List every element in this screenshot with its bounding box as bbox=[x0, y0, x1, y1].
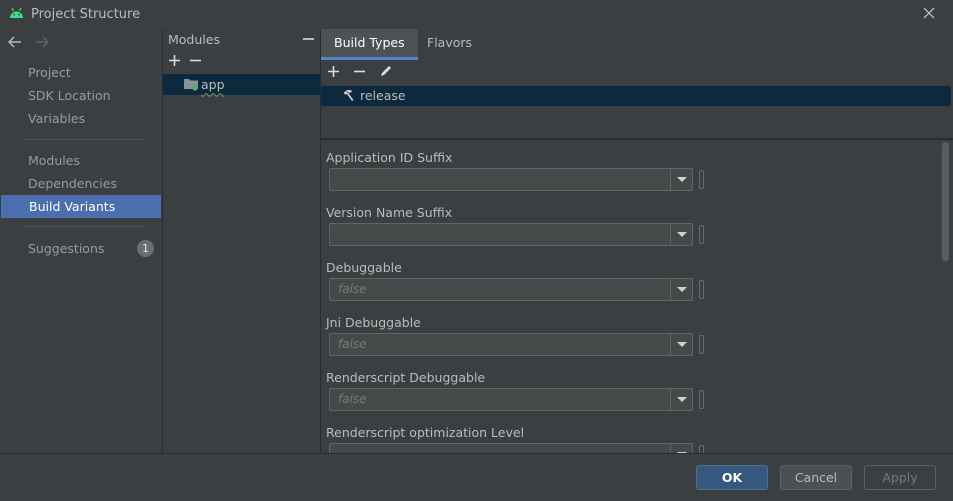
nav-item-modules[interactable]: Modules bbox=[0, 149, 162, 172]
apply-button[interactable]: Apply bbox=[864, 465, 936, 490]
field-label-version-name-suffix: Version Name Suffix bbox=[326, 205, 453, 220]
tab-flavors[interactable]: Flavors bbox=[414, 29, 485, 60]
renderscript-debuggable-side-button[interactable] bbox=[699, 390, 704, 409]
tab-bar: Build Types Flavors bbox=[321, 29, 953, 60]
nav-item-sdk-location[interactable]: SDK Location bbox=[0, 84, 162, 107]
android-icon bbox=[9, 7, 24, 22]
remove-module-icon[interactable] bbox=[190, 55, 201, 69]
field-label-renderscript-debuggable: Renderscript Debuggable bbox=[326, 370, 486, 385]
hammer-icon bbox=[342, 89, 355, 105]
chevron-down-icon[interactable] bbox=[670, 224, 692, 245]
chevron-down-icon[interactable] bbox=[670, 334, 692, 355]
window-title: Project Structure bbox=[31, 7, 141, 22]
build-type-row-release[interactable]: release bbox=[321, 86, 951, 106]
title-bar: Project Structure bbox=[0, 0, 953, 29]
chevron-down-icon[interactable] bbox=[670, 444, 692, 453]
debuggable-combo[interactable]: false bbox=[329, 278, 693, 301]
module-folder-icon bbox=[184, 78, 199, 94]
remove-build-type-icon[interactable] bbox=[354, 66, 365, 80]
suggestions-count-badge: 1 bbox=[137, 240, 154, 257]
build-type-form: Application ID Suffix Version Name Suffi… bbox=[321, 140, 953, 453]
combo-value: false bbox=[338, 282, 367, 296]
field-label-debuggable: Debuggable bbox=[326, 260, 402, 275]
back-arrow-icon[interactable] bbox=[7, 36, 22, 51]
nav-item-label: Suggestions bbox=[28, 241, 105, 256]
collapse-panel-icon[interactable] bbox=[303, 38, 314, 40]
debuggable-side-button[interactable] bbox=[699, 280, 704, 299]
renderscript-optimization-level-side-button[interactable] bbox=[699, 445, 704, 453]
field-label-jni-debuggable: Jni Debuggable bbox=[326, 315, 421, 330]
build-types-list: release bbox=[321, 86, 951, 138]
tab-build-types[interactable]: Build Types bbox=[321, 29, 418, 60]
build-variants-panel: Build Types Flavors release Application … bbox=[321, 29, 953, 453]
nav-divider bbox=[24, 226, 144, 227]
jni-debuggable-side-button[interactable] bbox=[699, 335, 704, 354]
nav-item-project[interactable]: Project bbox=[0, 61, 162, 84]
nav-item-build-variants[interactable]: Build Variants bbox=[1, 195, 161, 218]
module-row-app[interactable]: app bbox=[163, 74, 320, 95]
scrollbar-thumb[interactable] bbox=[942, 142, 949, 261]
forward-arrow-icon[interactable] bbox=[35, 36, 50, 51]
cancel-button[interactable]: Cancel bbox=[780, 465, 852, 490]
version-name-suffix-side-button[interactable] bbox=[699, 225, 704, 244]
edit-pencil-icon[interactable] bbox=[379, 64, 393, 81]
renderscript-optimization-level-combo[interactable] bbox=[329, 443, 693, 453]
add-module-icon[interactable] bbox=[169, 55, 180, 69]
close-icon[interactable] bbox=[923, 7, 935, 22]
nav-divider bbox=[24, 139, 144, 140]
renderscript-debuggable-combo[interactable]: false bbox=[329, 388, 693, 411]
chevron-down-icon[interactable] bbox=[670, 169, 692, 190]
application-id-suffix-side-button[interactable] bbox=[699, 170, 704, 189]
build-type-label: release bbox=[360, 88, 406, 103]
field-label-application-id-suffix: Application ID Suffix bbox=[326, 150, 453, 165]
modules-header: Modules bbox=[168, 32, 220, 47]
combo-value: false bbox=[338, 392, 367, 406]
jni-debuggable-combo[interactable]: false bbox=[329, 333, 693, 356]
ok-button[interactable]: OK bbox=[696, 465, 768, 490]
nav-item-suggestions[interactable]: Suggestions 1 bbox=[0, 237, 162, 260]
chevron-down-icon[interactable] bbox=[670, 389, 692, 410]
nav-item-variables[interactable]: Variables bbox=[0, 107, 162, 130]
combo-value: false bbox=[338, 337, 367, 351]
modules-panel: Modules app bbox=[163, 29, 320, 453]
add-build-type-icon[interactable] bbox=[328, 66, 339, 80]
chevron-down-icon[interactable] bbox=[670, 279, 692, 300]
left-navigation: Project SDK Location Variables Modules D… bbox=[0, 29, 162, 453]
module-label: app bbox=[201, 77, 225, 92]
nav-item-dependencies[interactable]: Dependencies bbox=[0, 172, 162, 195]
version-name-suffix-combo[interactable] bbox=[329, 223, 693, 246]
application-id-suffix-combo[interactable] bbox=[329, 168, 693, 191]
field-label-renderscript-optimization-level: Renderscript optimization Level bbox=[326, 425, 525, 440]
form-scrollbar[interactable] bbox=[941, 140, 950, 453]
dialog-footer: OK Cancel Apply bbox=[0, 453, 953, 501]
